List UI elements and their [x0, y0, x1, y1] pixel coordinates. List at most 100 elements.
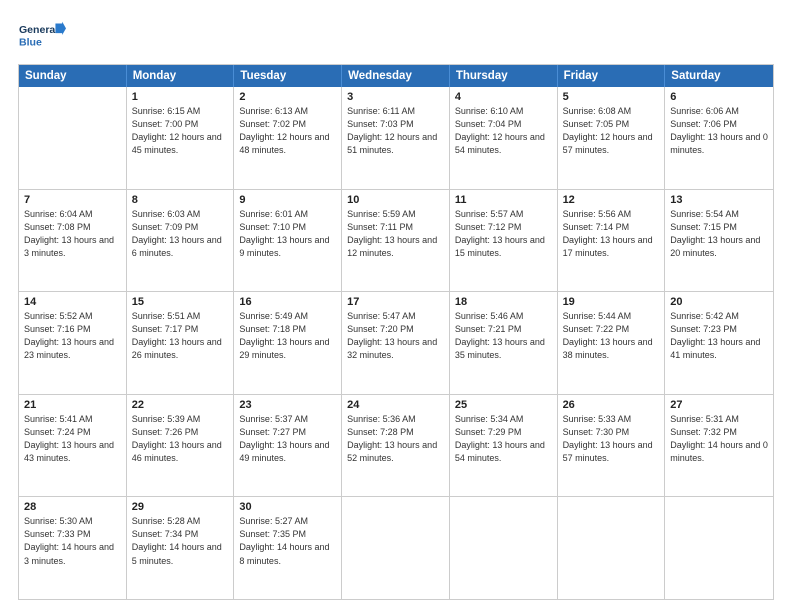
- day-number: 10: [347, 194, 444, 206]
- cell-info: Sunrise: 5:36 AM Sunset: 7:28 PM Dayligh…: [347, 413, 444, 465]
- cell-info: Sunrise: 5:52 AM Sunset: 7:16 PM Dayligh…: [24, 310, 121, 362]
- day-cell-8: 8 Sunrise: 6:03 AM Sunset: 7:09 PM Daylig…: [127, 190, 235, 292]
- header-cell-monday: Monday: [127, 65, 235, 87]
- day-cell-12: 12 Sunrise: 5:56 AM Sunset: 7:14 PM Dayli…: [558, 190, 666, 292]
- cell-info: Sunrise: 5:34 AM Sunset: 7:29 PM Dayligh…: [455, 413, 552, 465]
- cell-info: Sunrise: 6:03 AM Sunset: 7:09 PM Dayligh…: [132, 208, 229, 260]
- svg-text:Blue: Blue: [19, 37, 42, 49]
- day-cell-25: 25 Sunrise: 5:34 AM Sunset: 7:29 PM Dayli…: [450, 395, 558, 497]
- cell-info: Sunrise: 5:33 AM Sunset: 7:30 PM Dayligh…: [563, 413, 660, 465]
- page: General Blue SundayMondayTuesdayWednesda…: [0, 0, 792, 612]
- day-number: 21: [24, 399, 121, 411]
- day-cell-15: 15 Sunrise: 5:51 AM Sunset: 7:17 PM Dayli…: [127, 292, 235, 394]
- cell-info: Sunrise: 5:42 AM Sunset: 7:23 PM Dayligh…: [670, 310, 768, 362]
- cell-info: Sunrise: 5:56 AM Sunset: 7:14 PM Dayligh…: [563, 208, 660, 260]
- cell-info: Sunrise: 5:49 AM Sunset: 7:18 PM Dayligh…: [239, 310, 336, 362]
- cell-info: Sunrise: 6:06 AM Sunset: 7:06 PM Dayligh…: [670, 105, 768, 157]
- day-number: 14: [24, 296, 121, 308]
- cell-info: Sunrise: 6:01 AM Sunset: 7:10 PM Dayligh…: [239, 208, 336, 260]
- cell-info: Sunrise: 5:28 AM Sunset: 7:34 PM Dayligh…: [132, 515, 229, 567]
- day-cell-20: 20 Sunrise: 5:42 AM Sunset: 7:23 PM Dayli…: [665, 292, 773, 394]
- week-row-4: 21 Sunrise: 5:41 AM Sunset: 7:24 PM Dayli…: [19, 394, 773, 497]
- day-cell-29: 29Sunrise: 5:28 AM Sunset: 7:34 PM Dayli…: [127, 497, 235, 599]
- day-number: 19: [563, 296, 660, 308]
- day-cell-13: 13 Sunrise: 5:54 AM Sunset: 7:15 PM Dayli…: [665, 190, 773, 292]
- day-cell-18: 18 Sunrise: 5:46 AM Sunset: 7:21 PM Dayli…: [450, 292, 558, 394]
- week-row-5: 28 Sunrise: 5:30 AM Sunset: 7:33 PM Dayli…: [19, 496, 773, 599]
- day-number: 25: [455, 399, 552, 411]
- calendar-header-row: SundayMondayTuesdayWednesdayThursdayFrid…: [19, 65, 773, 87]
- day-number: 12: [563, 194, 660, 206]
- cell-info: Sunrise: 5:47 AM Sunset: 7:20 PM Dayligh…: [347, 310, 444, 362]
- cell-info: Sunrise: 6:13 AM Sunset: 7:02 PM Dayligh…: [239, 105, 336, 157]
- day-cell-9: 9Sunrise: 6:01 AM Sunset: 7:10 PM Daylig…: [234, 190, 342, 292]
- day-number: 22: [132, 399, 229, 411]
- day-number: 4: [455, 91, 552, 103]
- header-cell-wednesday: Wednesday: [342, 65, 450, 87]
- cell-info: Sunrise: 5:57 AM Sunset: 7:12 PM Dayligh…: [455, 208, 552, 260]
- cell-info: Sunrise: 5:51 AM Sunset: 7:17 PM Dayligh…: [132, 310, 229, 362]
- calendar-body: 1 Sunrise: 6:15 AM Sunset: 7:00 PM Daylig…: [19, 87, 773, 599]
- empty-cell-4-3: [342, 497, 450, 599]
- cell-info: Sunrise: 5:54 AM Sunset: 7:15 PM Dayligh…: [670, 208, 768, 260]
- day-cell-7: 7 Sunrise: 6:04 AM Sunset: 7:08 PM Daylig…: [19, 190, 127, 292]
- day-number: 15: [132, 296, 229, 308]
- day-number: 1: [132, 91, 229, 103]
- cell-info: Sunrise: 6:04 AM Sunset: 7:08 PM Dayligh…: [24, 208, 121, 260]
- header-cell-friday: Friday: [558, 65, 666, 87]
- cell-info: Sunrise: 5:39 AM Sunset: 7:26 PM Dayligh…: [132, 413, 229, 465]
- day-number: 3: [347, 91, 444, 103]
- day-number: 20: [670, 296, 768, 308]
- day-cell-6: 6 Sunrise: 6:06 AM Sunset: 7:06 PM Daylig…: [665, 87, 773, 189]
- day-cell-3: 3 Sunrise: 6:11 AM Sunset: 7:03 PM Daylig…: [342, 87, 450, 189]
- day-cell-17: 17 Sunrise: 5:47 AM Sunset: 7:20 PM Dayli…: [342, 292, 450, 394]
- day-number: 18: [455, 296, 552, 308]
- cell-info: Sunrise: 5:37 AM Sunset: 7:27 PM Dayligh…: [239, 413, 336, 465]
- empty-cell-0-0: [19, 87, 127, 189]
- day-number: 8: [132, 194, 229, 206]
- day-cell-23: 23Sunrise: 5:37 AM Sunset: 7:27 PM Dayli…: [234, 395, 342, 497]
- day-cell-27: 27Sunrise: 5:31 AM Sunset: 7:32 PM Dayli…: [665, 395, 773, 497]
- header-cell-tuesday: Tuesday: [234, 65, 342, 87]
- day-number: 11: [455, 194, 552, 206]
- day-number: 16: [239, 296, 336, 308]
- day-number: 7: [24, 194, 121, 206]
- day-cell-21: 21 Sunrise: 5:41 AM Sunset: 7:24 PM Dayli…: [19, 395, 127, 497]
- cell-info: Sunrise: 5:59 AM Sunset: 7:11 PM Dayligh…: [347, 208, 444, 260]
- day-number: 28: [24, 501, 121, 513]
- header-cell-sunday: Sunday: [19, 65, 127, 87]
- day-cell-16: 16 Sunrise: 5:49 AM Sunset: 7:18 PM Dayli…: [234, 292, 342, 394]
- day-cell-22: 22 Sunrise: 5:39 AM Sunset: 7:26 PM Dayli…: [127, 395, 235, 497]
- day-number: 6: [670, 91, 768, 103]
- day-cell-28: 28 Sunrise: 5:30 AM Sunset: 7:33 PM Dayli…: [19, 497, 127, 599]
- day-cell-4: 4 Sunrise: 6:10 AM Sunset: 7:04 PM Daylig…: [450, 87, 558, 189]
- day-cell-2: 2Sunrise: 6:13 AM Sunset: 7:02 PM Daylig…: [234, 87, 342, 189]
- logo: General Blue: [18, 18, 66, 54]
- week-row-3: 14 Sunrise: 5:52 AM Sunset: 7:16 PM Dayli…: [19, 291, 773, 394]
- cell-info: Sunrise: 5:46 AM Sunset: 7:21 PM Dayligh…: [455, 310, 552, 362]
- day-cell-10: 10 Sunrise: 5:59 AM Sunset: 7:11 PM Dayli…: [342, 190, 450, 292]
- cell-info: Sunrise: 5:41 AM Sunset: 7:24 PM Dayligh…: [24, 413, 121, 465]
- day-number: 24: [347, 399, 444, 411]
- cell-info: Sunrise: 5:27 AM Sunset: 7:35 PM Dayligh…: [239, 515, 336, 567]
- logo-svg: General Blue: [18, 18, 66, 54]
- header: General Blue: [18, 18, 774, 54]
- day-cell-26: 26Sunrise: 5:33 AM Sunset: 7:30 PM Dayli…: [558, 395, 666, 497]
- empty-cell-4-6: [665, 497, 773, 599]
- day-number: 13: [670, 194, 768, 206]
- day-cell-5: 5 Sunrise: 6:08 AM Sunset: 7:05 PM Daylig…: [558, 87, 666, 189]
- week-row-2: 7 Sunrise: 6:04 AM Sunset: 7:08 PM Daylig…: [19, 189, 773, 292]
- cell-info: Sunrise: 6:08 AM Sunset: 7:05 PM Dayligh…: [563, 105, 660, 157]
- cell-info: Sunrise: 6:10 AM Sunset: 7:04 PM Dayligh…: [455, 105, 552, 157]
- day-cell-24: 24 Sunrise: 5:36 AM Sunset: 7:28 PM Dayli…: [342, 395, 450, 497]
- cell-info: Sunrise: 6:11 AM Sunset: 7:03 PM Dayligh…: [347, 105, 444, 157]
- cell-info: Sunrise: 5:44 AM Sunset: 7:22 PM Dayligh…: [563, 310, 660, 362]
- svg-text:General: General: [19, 24, 58, 36]
- day-number: 17: [347, 296, 444, 308]
- cell-info: Sunrise: 5:30 AM Sunset: 7:33 PM Dayligh…: [24, 515, 121, 567]
- day-cell-19: 19 Sunrise: 5:44 AM Sunset: 7:22 PM Dayli…: [558, 292, 666, 394]
- day-number: 5: [563, 91, 660, 103]
- day-cell-30: 30Sunrise: 5:27 AM Sunset: 7:35 PM Dayli…: [234, 497, 342, 599]
- day-cell-11: 11 Sunrise: 5:57 AM Sunset: 7:12 PM Dayli…: [450, 190, 558, 292]
- cell-info: Sunrise: 6:15 AM Sunset: 7:00 PM Dayligh…: [132, 105, 229, 157]
